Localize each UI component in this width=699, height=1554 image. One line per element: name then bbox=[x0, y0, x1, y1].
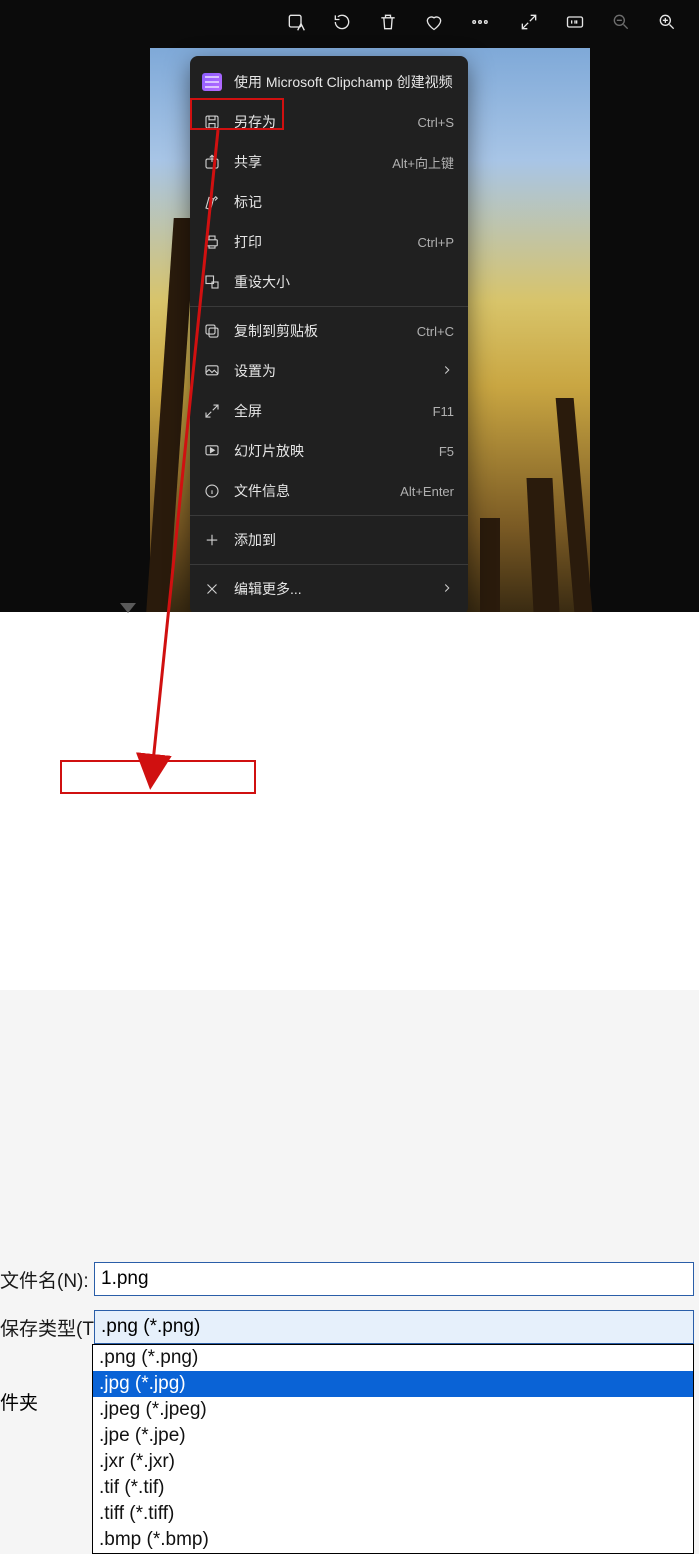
filetype-dropdown: .png (*.png) .jpg (*.jpg) .jpeg (*.jpeg)… bbox=[92, 1344, 694, 1554]
ctx-label: 打印 bbox=[234, 232, 418, 252]
filetype-value: .png (*.png) bbox=[101, 1316, 200, 1338]
ctx-resize[interactable]: 重设大小 bbox=[190, 262, 468, 302]
filetype-option[interactable]: .jpeg (*.jpeg) bbox=[93, 1397, 693, 1423]
ctx-saveas[interactable]: 另存为 Ctrl+S bbox=[190, 102, 468, 142]
filename-value: 1.png bbox=[101, 1268, 149, 1290]
ctx-label: 编辑更多... bbox=[234, 579, 440, 599]
save-icon bbox=[202, 112, 222, 132]
ctx-copy[interactable]: 复制到剪贴板 Ctrl+C bbox=[190, 311, 468, 351]
ctx-shortcut: Alt+Enter bbox=[400, 484, 454, 499]
ctx-addto[interactable]: 添加到 bbox=[190, 520, 468, 560]
ctx-clipchamp[interactable]: 使用 Microsoft Clipchamp 创建视频 bbox=[190, 62, 468, 102]
more-icon[interactable] bbox=[470, 12, 490, 32]
actual-size-icon[interactable] bbox=[565, 12, 585, 32]
filetype-option[interactable]: .bmp (*.bmp) bbox=[93, 1527, 693, 1553]
chevron-right-icon bbox=[440, 581, 454, 598]
ctx-setas[interactable]: 设置为 bbox=[190, 351, 468, 391]
filetype-option[interactable]: .jxr (*.jxr) bbox=[93, 1449, 693, 1475]
info-icon bbox=[202, 481, 222, 501]
filetype-combobox[interactable]: .png (*.png) bbox=[94, 1310, 694, 1344]
editmore-icon bbox=[202, 579, 222, 599]
setas-icon bbox=[202, 361, 222, 381]
delete-icon[interactable] bbox=[378, 12, 398, 32]
ctx-shortcut: Ctrl+P bbox=[418, 235, 454, 250]
ctx-label: 标记 bbox=[234, 192, 454, 212]
filename-input[interactable]: 1.png bbox=[94, 1262, 694, 1296]
ctx-label: 复制到剪贴板 bbox=[234, 321, 417, 341]
watermark: miaodongshenghuo.com bbox=[569, 973, 689, 984]
ctx-label: 添加到 bbox=[234, 530, 454, 550]
print-icon bbox=[202, 232, 222, 252]
ctx-shortcut: Ctrl+S bbox=[418, 115, 454, 130]
save-dialog: 文件名(N): 1.png 保存类型(T): .png (*.png) .png… bbox=[0, 612, 699, 990]
rotate-icon[interactable] bbox=[332, 12, 352, 32]
slideshow-icon bbox=[202, 441, 222, 461]
ctx-label: 全屏 bbox=[234, 401, 433, 421]
ctx-label: 文件信息 bbox=[234, 481, 400, 501]
ctx-label: 设置为 bbox=[234, 361, 440, 381]
clipchamp-icon bbox=[202, 72, 222, 92]
ctx-label: 另存为 bbox=[234, 112, 418, 132]
share-icon bbox=[202, 152, 222, 172]
ctx-share[interactable]: 共享 Alt+向上键 bbox=[190, 142, 468, 182]
ctx-label: 共享 bbox=[234, 152, 392, 172]
ctx-label: 重设大小 bbox=[234, 272, 454, 292]
context-menu: 使用 Microsoft Clipchamp 创建视频 另存为 Ctrl+S 共… bbox=[190, 56, 468, 615]
photo-viewer: 使用 Microsoft Clipchamp 创建视频 另存为 Ctrl+S 共… bbox=[0, 0, 699, 612]
expand-icon[interactable] bbox=[519, 12, 539, 32]
ctx-print[interactable]: 打印 Ctrl+P bbox=[190, 222, 468, 262]
filetype-option[interactable]: .jpg (*.jpg) bbox=[93, 1371, 693, 1397]
filetype-label: 保存类型(T): bbox=[0, 1314, 88, 1341]
ctx-label: 使用 Microsoft Clipchamp 创建视频 bbox=[234, 72, 454, 92]
resize-icon bbox=[202, 272, 222, 292]
zoom-in-icon[interactable] bbox=[657, 12, 677, 32]
ctx-editmore[interactable]: 编辑更多... bbox=[190, 569, 468, 609]
filename-label: 文件名(N): bbox=[0, 1266, 88, 1293]
copy-icon bbox=[202, 321, 222, 341]
filetype-option[interactable]: .jpe (*.jpe) bbox=[93, 1423, 693, 1449]
edit-icon[interactable] bbox=[286, 12, 306, 32]
ctx-shortcut: Ctrl+C bbox=[417, 324, 454, 339]
ctx-fileinfo[interactable]: 文件信息 Alt+Enter bbox=[190, 471, 468, 511]
fullscreen-icon bbox=[202, 401, 222, 421]
dropdown-arrow-icon bbox=[120, 603, 136, 613]
folder-section-label: 件夹 bbox=[0, 1388, 38, 1415]
ctx-mark[interactable]: 标记 bbox=[190, 182, 468, 222]
viewer-toolbar bbox=[0, 12, 699, 40]
filetype-option[interactable]: .tiff (*.tiff) bbox=[93, 1501, 693, 1527]
filetype-option[interactable]: .tif (*.tif) bbox=[93, 1475, 693, 1501]
ctx-fullscreen[interactable]: 全屏 F11 bbox=[190, 391, 468, 431]
mark-icon bbox=[202, 192, 222, 212]
heart-icon[interactable] bbox=[424, 12, 444, 32]
plus-icon bbox=[202, 530, 222, 550]
ctx-label: 幻灯片放映 bbox=[234, 441, 439, 461]
ctx-shortcut: F11 bbox=[433, 404, 454, 419]
ctx-shortcut: Alt+向上键 bbox=[392, 153, 454, 172]
filetype-option[interactable]: .png (*.png) bbox=[93, 1345, 693, 1371]
ctx-slideshow[interactable]: 幻灯片放映 F5 bbox=[190, 431, 468, 471]
chevron-right-icon bbox=[440, 363, 454, 380]
ctx-shortcut: F5 bbox=[439, 444, 454, 459]
zoom-out-icon[interactable] bbox=[611, 12, 631, 32]
